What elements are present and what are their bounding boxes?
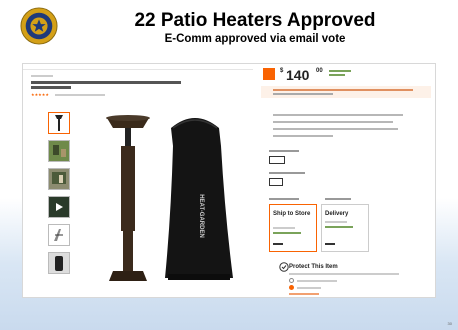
save-text-2 bbox=[329, 74, 345, 76]
slide-page-number: 30 bbox=[447, 321, 452, 326]
ship-to-store-option[interactable]: Ship to Store bbox=[269, 204, 317, 252]
ship-price bbox=[273, 243, 283, 245]
promo-line-2 bbox=[273, 93, 333, 95]
fulfillment-label-2 bbox=[325, 198, 351, 200]
product-price: 140 bbox=[286, 67, 310, 83]
product-page-screenshot: ★★★★★ HEAT-GARDEN $ 140 00 Ship to Store… bbox=[22, 63, 436, 298]
legion-seal-logo bbox=[20, 7, 58, 45]
thumbnail-list bbox=[48, 112, 72, 280]
ship-to-store-label: Ship to Store bbox=[273, 211, 311, 217]
protect-title: Protect This Item bbox=[289, 264, 338, 270]
top-divider bbox=[23, 69, 253, 70]
shield-icon bbox=[279, 262, 289, 272]
protection-radio-2[interactable] bbox=[289, 285, 294, 290]
thumbnail-3[interactable] bbox=[48, 168, 70, 190]
protect-desc bbox=[289, 273, 399, 275]
breadcrumb-placeholder bbox=[31, 75, 53, 77]
promo-line-1 bbox=[273, 89, 413, 91]
thumbnail-6[interactable] bbox=[48, 252, 70, 274]
size-label bbox=[269, 172, 305, 174]
thumbnail-2[interactable] bbox=[48, 140, 70, 162]
slide-subtitle: E-Comm approved via email vote bbox=[164, 33, 346, 45]
delivery-date bbox=[325, 221, 347, 223]
promo-banner bbox=[261, 86, 431, 98]
protection-option-1 bbox=[297, 280, 337, 282]
protection-option-2 bbox=[297, 287, 321, 289]
buy-box: $ 140 00 Ship to Store Delivery Protect … bbox=[259, 64, 435, 297]
size-option[interactable] bbox=[269, 178, 283, 186]
protection-details-link[interactable] bbox=[289, 293, 319, 295]
protection-radio-1[interactable] bbox=[289, 278, 294, 283]
product-main-image: HEAT-GARDEN bbox=[106, 115, 233, 281]
product-price-cents: 00 bbox=[316, 68, 323, 74]
deal-badge bbox=[263, 68, 275, 80]
delivery-price bbox=[325, 243, 335, 245]
rating-stars: ★★★★★ bbox=[31, 92, 49, 97]
save-text bbox=[329, 70, 351, 72]
bullet-4 bbox=[273, 135, 333, 137]
thumbnail-1[interactable] bbox=[48, 112, 70, 134]
thumbnail-video[interactable] bbox=[48, 196, 70, 218]
ship-date bbox=[273, 227, 295, 229]
fulfillment-label-1 bbox=[269, 198, 299, 200]
rating-count-placeholder bbox=[55, 94, 105, 96]
cover-brand-text: HEAT-GARDEN bbox=[198, 194, 204, 238]
bullet-1 bbox=[273, 114, 403, 116]
bullet-3 bbox=[273, 128, 398, 130]
color-label bbox=[269, 150, 299, 152]
ship-note bbox=[273, 232, 301, 234]
slide-title: 22 Patio Heaters Approved bbox=[134, 10, 376, 31]
color-option[interactable] bbox=[269, 156, 285, 164]
bullet-2 bbox=[273, 121, 393, 123]
delivery-label: Delivery bbox=[325, 211, 349, 217]
thumbnail-5[interactable] bbox=[48, 224, 70, 246]
product-title-line-1 bbox=[31, 81, 181, 84]
delivery-note bbox=[325, 226, 353, 228]
price-dollar-sign: $ bbox=[280, 68, 284, 74]
product-title-line-2 bbox=[31, 86, 71, 89]
delivery-option[interactable]: Delivery bbox=[321, 204, 369, 252]
